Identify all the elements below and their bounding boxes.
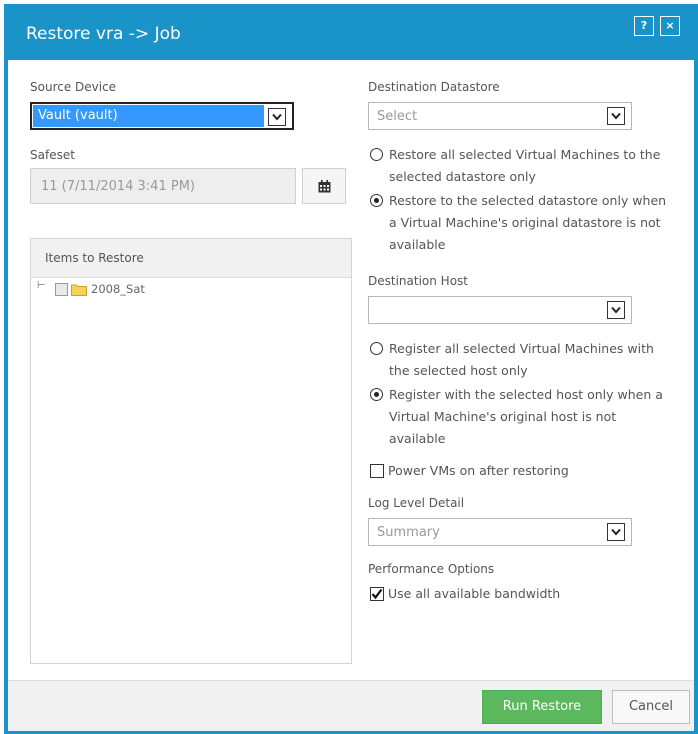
run-restore-button[interactable]: Run Restore	[482, 690, 602, 724]
safeset-value: 11 (7/11/2014 3:41 PM)	[41, 179, 195, 194]
host-option-1-line2: the selected host only	[389, 363, 528, 378]
source-device-select[interactable]: Vault (vault)	[30, 102, 294, 130]
bandwidth-checkbox[interactable]	[370, 587, 384, 601]
items-panel-header: Items to Restore	[31, 239, 351, 278]
log-level-value: Summary	[377, 525, 440, 540]
bandwidth-label: Use all available bandwidth	[388, 586, 561, 601]
dialog-body: Source Device Vault (vault) Safeset 11 (…	[8, 60, 694, 731]
tree-item-label: 2008_Sat	[91, 282, 145, 296]
tree-item-checkbox[interactable]	[55, 283, 68, 296]
power-on-checkbox[interactable]	[370, 464, 384, 478]
items-to-restore-panel: Items to Restore ⊢ 2008_Sat	[30, 238, 352, 664]
chevron-down-icon	[607, 301, 625, 319]
datastore-option-2-line3: available	[389, 237, 446, 252]
close-button[interactable]: ×	[660, 16, 680, 36]
power-on-label: Power VMs on after restoring	[388, 463, 569, 478]
source-device-value: Vault (vault)	[38, 108, 118, 123]
datastore-option-2-line2: a Virtual Machine's original datastore i…	[389, 215, 661, 230]
destination-datastore-label: Destination Datastore	[368, 80, 500, 94]
dialog-titlebar: Restore vra -> Job ? ×	[4, 4, 698, 60]
restore-dialog: Restore vra -> Job ? × Source Device Vau…	[4, 4, 698, 734]
performance-options-label: Performance Options	[368, 562, 495, 576]
host-option-2-line3: available	[389, 431, 446, 446]
log-level-label: Log Level Detail	[368, 496, 465, 510]
dialog-title: Restore vra -> Job	[26, 24, 181, 44]
datastore-option-2-radio[interactable]	[370, 194, 383, 207]
calendar-button[interactable]	[302, 168, 346, 204]
datastore-option-1-line2: selected datastore only	[389, 169, 536, 184]
host-option-1-radio[interactable]	[370, 342, 383, 355]
host-option-1-line1: Register all selected Virtual Machines w…	[389, 341, 654, 356]
chevron-down-icon	[607, 523, 625, 541]
datastore-option-1-line1: Restore all selected Virtual Machines to…	[389, 147, 661, 162]
source-device-label: Source Device	[30, 80, 117, 94]
host-option-2-line2: Virtual Machine's original host is not	[389, 409, 617, 424]
safeset-field[interactable]: 11 (7/11/2014 3:41 PM)	[30, 168, 296, 204]
destination-host-label: Destination Host	[368, 274, 468, 288]
destination-host-select[interactable]	[368, 296, 632, 324]
folder-icon	[71, 284, 87, 296]
destination-datastore-value: Select	[377, 109, 418, 124]
datastore-option-2-line1: Restore to the selected datastore only w…	[389, 193, 667, 208]
chevron-down-icon	[607, 107, 625, 125]
chevron-down-icon	[268, 108, 286, 126]
log-level-select[interactable]: Summary	[368, 518, 632, 546]
help-button[interactable]: ?	[634, 16, 654, 36]
tree-expander-icon[interactable]: ⊢	[37, 280, 46, 291]
cancel-button[interactable]: Cancel	[612, 690, 690, 724]
host-option-2-radio[interactable]	[370, 388, 383, 401]
safeset-label: Safeset	[30, 148, 75, 162]
destination-datastore-select[interactable]: Select	[368, 102, 632, 130]
datastore-option-1-radio[interactable]	[370, 148, 383, 161]
calendar-icon	[318, 180, 331, 193]
checkmark-icon	[371, 588, 383, 600]
items-panel-title: Items to Restore	[45, 251, 144, 265]
host-option-2-line1: Register with the selected host only whe…	[389, 387, 663, 402]
